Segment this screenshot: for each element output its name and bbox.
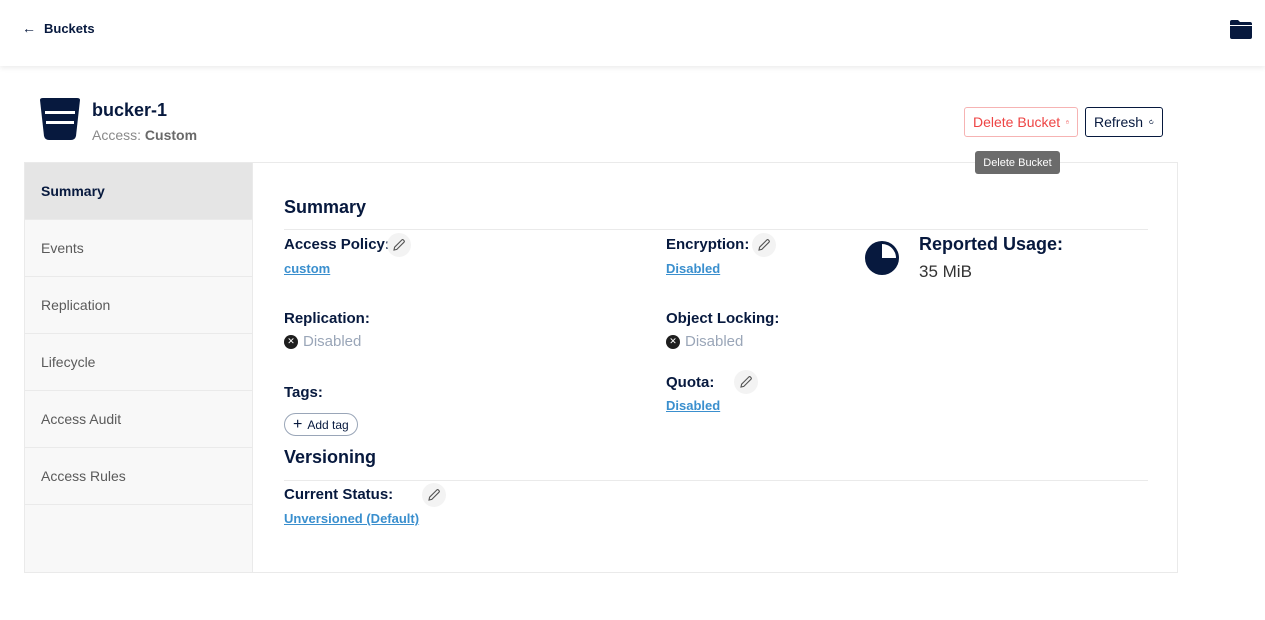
bucket-icon <box>40 98 80 140</box>
object-locking-label: Object Locking: <box>666 310 780 327</box>
summary-content: Summary Access Policy: custom Encryption… <box>283 163 1153 572</box>
bucket-details-panel: Summary Events Replication Lifecycle Acc… <box>24 162 1178 573</box>
nav-item-summary[interactable]: Summary <box>25 163 252 220</box>
tags-label: Tags: <box>284 384 323 401</box>
replication-status: ✕ Disabled <box>284 333 361 350</box>
plus-icon: + <box>293 415 303 433</box>
quota-value-link[interactable]: Disabled <box>666 398 720 413</box>
bucket-access-value: Custom <box>144 127 198 143</box>
object-locking-status: ✕ Disabled <box>666 333 743 350</box>
access-policy-label: Access Policy: <box>284 236 390 253</box>
summary-divider <box>284 229 1148 230</box>
delete-bucket-button[interactable]: Delete Bucket <box>964 107 1078 137</box>
pencil-icon <box>740 376 752 388</box>
replication-status-text: Disabled <box>303 333 362 350</box>
current-status-value-link[interactable]: Unversioned (Default) <box>284 511 419 526</box>
edit-quota-button[interactable] <box>734 370 758 394</box>
delete-bucket-label: Delete Bucket <box>973 114 1061 130</box>
trash-icon <box>1066 120 1069 124</box>
arrow-left-icon: ← <box>22 20 36 36</box>
summary-title: Summary <box>284 197 367 217</box>
versioning-divider <box>284 480 1148 481</box>
add-tag-label: Add tag <box>307 417 349 432</box>
x-circle-icon: ✕ <box>666 334 680 349</box>
encryption-value-link[interactable]: Disabled <box>666 261 720 276</box>
bucket-access: Access: Custom <box>92 127 197 143</box>
current-status-label: Current Status: <box>284 486 394 503</box>
reported-usage-value: 35 MiB <box>919 262 972 281</box>
nav-item-events[interactable]: Events <box>25 220 252 277</box>
pencil-icon <box>393 239 405 251</box>
pencil-icon <box>428 489 440 501</box>
nav-item-replication[interactable]: Replication <box>25 277 252 334</box>
folder-icon[interactable] <box>1229 18 1253 40</box>
encryption-label: Encryption: <box>666 236 750 253</box>
x-circle-icon: ✕ <box>284 334 298 349</box>
back-to-buckets-link[interactable]: ← Buckets <box>22 20 95 36</box>
edit-access-policy-button[interactable] <box>387 233 411 257</box>
nav-item-lifecycle[interactable]: Lifecycle <box>25 334 252 391</box>
side-nav: Summary Events Replication Lifecycle Acc… <box>25 163 253 572</box>
usage-pie-icon <box>865 241 899 275</box>
quota-label: Quota: <box>666 374 715 391</box>
add-tag-button[interactable]: + Add tag <box>284 413 358 436</box>
pencil-icon <box>758 239 770 251</box>
delete-bucket-tooltip: Delete Bucket <box>975 151 1060 174</box>
object-locking-status-text: Disabled <box>685 333 744 350</box>
top-bar: ← Buckets <box>0 0 1265 66</box>
nav-item-access-audit[interactable]: Access Audit <box>25 391 252 448</box>
bucket-name: bucker-1 <box>92 100 168 120</box>
versioning-title: Versioning <box>284 447 377 467</box>
back-link-label: Buckets <box>44 20 95 36</box>
edit-encryption-button[interactable] <box>752 233 776 257</box>
refresh-label: Refresh <box>1094 114 1144 130</box>
bucket-access-prefix: Access: <box>92 127 142 143</box>
reported-usage-label: Reported Usage: <box>919 234 1064 254</box>
access-policy-value-link[interactable]: custom <box>284 261 330 276</box>
nav-item-access-rules[interactable]: Access Rules <box>25 448 252 505</box>
edit-versioning-button[interactable] <box>422 483 446 507</box>
refresh-icon <box>1149 119 1154 124</box>
refresh-button[interactable]: Refresh <box>1085 107 1163 137</box>
replication-label: Replication: <box>284 310 370 327</box>
